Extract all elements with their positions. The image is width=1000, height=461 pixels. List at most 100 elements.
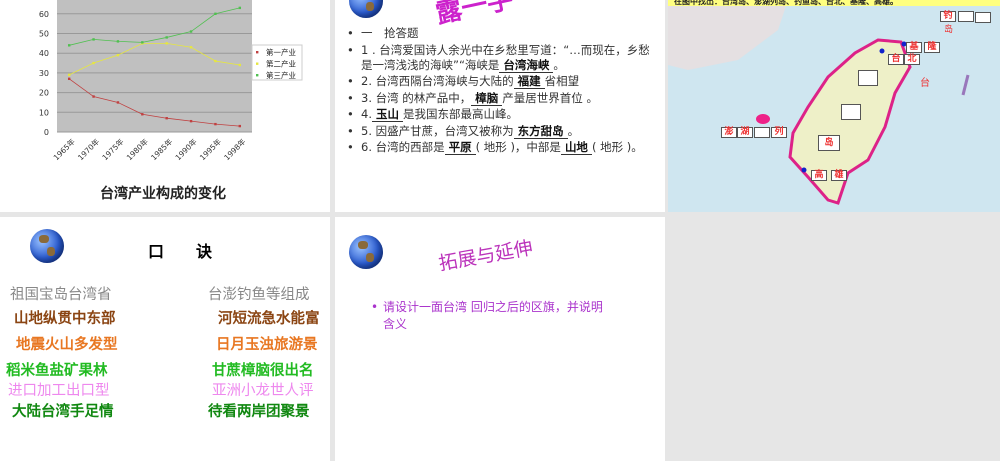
- legend-label: 第一产业: [266, 47, 296, 57]
- y-tick-label: 60: [39, 10, 49, 19]
- verse-line: 日月玉浊旅游景: [216, 337, 318, 353]
- handwritten-answer: 玉山: [371, 107, 403, 122]
- map-label-box: 列: [771, 127, 787, 138]
- legend-label: 第二产业: [266, 59, 296, 69]
- data-point: [238, 124, 242, 128]
- handwritten-answer: 平原: [444, 140, 476, 155]
- slide-title: 拓展与延伸: [437, 236, 535, 276]
- question-item: 5. 因盛产甘蔗，台湾又被称为东方甜岛。: [347, 123, 659, 139]
- map-label-box: 湖: [737, 127, 753, 138]
- y-tick-label: 30: [39, 69, 49, 78]
- question-text: 省相望: [544, 74, 580, 88]
- data-point: [165, 42, 168, 45]
- question-item: 1 . 台湾爱国诗人余光中在乡愁里写道：“…而现在，乡愁是一湾浅浅的海峡”“海峡…: [347, 43, 659, 73]
- map-label-box: 基: [906, 42, 922, 53]
- map-label-box: [958, 11, 974, 22]
- verse-line: 大陆台湾手足情: [12, 404, 114, 420]
- y-tick-label: 20: [39, 89, 49, 98]
- x-tick-label: 1965年: [51, 136, 77, 162]
- data-point: [141, 113, 144, 116]
- question-item: 2. 台湾西隔台湾海峡与大陆的福建省相望: [347, 74, 659, 89]
- y-tick-label: 50: [39, 29, 49, 38]
- handwritten-answer: 福建: [513, 74, 545, 89]
- x-tick-label: 1990年: [173, 136, 199, 162]
- map-label-box: 北: [904, 54, 920, 65]
- map-label-box: [754, 127, 770, 138]
- data-point: [92, 61, 95, 65]
- data-point: [165, 36, 168, 39]
- data-point: [189, 119, 193, 123]
- verse-line: 进口加工出口型: [8, 383, 110, 399]
- legend-marker: [256, 74, 259, 77]
- question-text: 6. 台湾的西部是: [361, 140, 445, 154]
- data-point: [189, 30, 193, 33]
- data-point: [67, 77, 71, 81]
- data-point: [189, 46, 193, 49]
- verse-line: 山地纵贯中东部: [14, 311, 116, 327]
- question-item: 一 抢答题: [347, 26, 659, 41]
- question-text: 3. 台湾 的林产品中，: [361, 90, 472, 105]
- globe-icon: [349, 235, 383, 269]
- question-list: 一 抢答题 1 . 台湾爱国诗人余光中在乡愁里写道：“…而现在，乡愁是一湾浅浅的海…: [347, 26, 659, 157]
- map-label-box: [841, 104, 861, 120]
- verse-line: 祖国宝岛台湾省: [10, 287, 112, 303]
- question-text: 产量居世界首位 。: [502, 90, 598, 105]
- handwritten-answer: 东方甜岛: [513, 123, 568, 139]
- question-text: 5. 因盛产甘蔗，台湾又被称为: [361, 123, 514, 138]
- verse-line: 河短流急水能富: [218, 311, 320, 327]
- slide-thumbnail-5[interactable]: 拓展与延伸 • 请设计一面台湾 回归之后的区旗，并说明含义: [335, 217, 665, 461]
- data-point: [92, 38, 95, 41]
- handwritten-answer: 山地: [560, 140, 592, 155]
- slide-thumbnail-1[interactable]: 0 10 20 30 40 50 60 1965年 1970年 1975年 1980年 1985年 19…: [0, 0, 330, 212]
- map-label-box: 钓: [940, 11, 956, 22]
- question-text: 。: [553, 57, 565, 72]
- data-point: [214, 12, 217, 15]
- slide-thumbnail-4[interactable]: 口 诀 祖国宝岛台湾省 台澎钓鱼等组成 山地纵贯中东部 河短流急水能富 地震火山多发型 日…: [0, 217, 330, 461]
- map-label-box: [858, 70, 878, 86]
- data-point: [92, 95, 95, 98]
- map-label: 岛: [944, 25, 954, 35]
- data-point: [67, 44, 71, 47]
- question-item: 6. 台湾的西部是平原( 地形 )，中部是山地( 地形 )。: [347, 140, 659, 155]
- map-label-box: 台: [888, 54, 904, 65]
- question-item: 3. 台湾 的林产品中，樟脑产量居世界首位 。: [347, 90, 659, 106]
- question-item: 4.玉山是我国东部最高山峰。: [347, 107, 659, 122]
- globe-icon: [30, 229, 64, 263]
- handwritten-answer: 樟脑: [471, 90, 503, 106]
- x-tick-label: 1970年: [75, 136, 101, 162]
- data-point: [116, 101, 120, 104]
- legend-marker: [256, 62, 259, 65]
- slide-title: 口 诀: [148, 242, 213, 261]
- map-instructions: 在图中找出：台湾岛、澎湖列岛、钓鱼岛、台北、基隆、高雄。: [668, 0, 1000, 6]
- map-label: 台: [920, 78, 930, 89]
- legend-label: 第三产业: [266, 70, 296, 80]
- question-text: 。: [567, 123, 580, 138]
- slide-thumbnail-2[interactable]: 露一手 一 抢答题1 . 台湾爱国诗人余光中在乡愁里写道：“…而现在，乡愁是一湾…: [335, 0, 665, 212]
- globe-icon: [349, 0, 383, 18]
- data-point: [116, 40, 120, 43]
- verse-line: 稻米鱼盐矿果林: [6, 363, 108, 379]
- data-point: [67, 73, 71, 77]
- map-label-box: 高: [811, 170, 827, 181]
- verse-line: 地震火山多发型: [16, 337, 118, 353]
- map-label-box: 隆: [924, 42, 940, 53]
- data-point: [116, 53, 120, 57]
- verse-line: 亚洲小龙世人评: [212, 383, 314, 399]
- question-text: ( 地形 )，中部是: [475, 140, 561, 154]
- map-label-box: 澎: [721, 127, 737, 138]
- question-text: ( 地形 )。: [591, 140, 643, 154]
- question-text: 一 抢答题: [361, 26, 419, 40]
- data-point: [238, 63, 242, 67]
- x-tick-label: 1985年: [148, 136, 174, 162]
- data-point: [214, 122, 217, 126]
- verse-line: 待看两岸团聚景: [208, 404, 310, 420]
- x-tick-label: 1975年: [100, 136, 126, 162]
- handwritten-answer: 台湾海峡: [499, 57, 554, 73]
- slide-thumbnail-3[interactable]: 在图中找出：台湾岛、澎湖列岛、钓鱼岛、台北、基隆、高雄。 钓 岛 基 隆 台 北…: [668, 0, 1000, 212]
- y-tick-label: 10: [39, 108, 49, 117]
- line-chart: 01020304050601965年 1970年 1975年 1980年 1985年 19…: [39, 0, 303, 162]
- verse-line: 甘蔗樟脑很出名: [212, 363, 314, 379]
- data-point: [238, 6, 242, 10]
- x-tick-label: 1998年: [222, 136, 248, 162]
- question-text: 2. 台湾西隔台湾海峡与大陆的: [361, 74, 514, 88]
